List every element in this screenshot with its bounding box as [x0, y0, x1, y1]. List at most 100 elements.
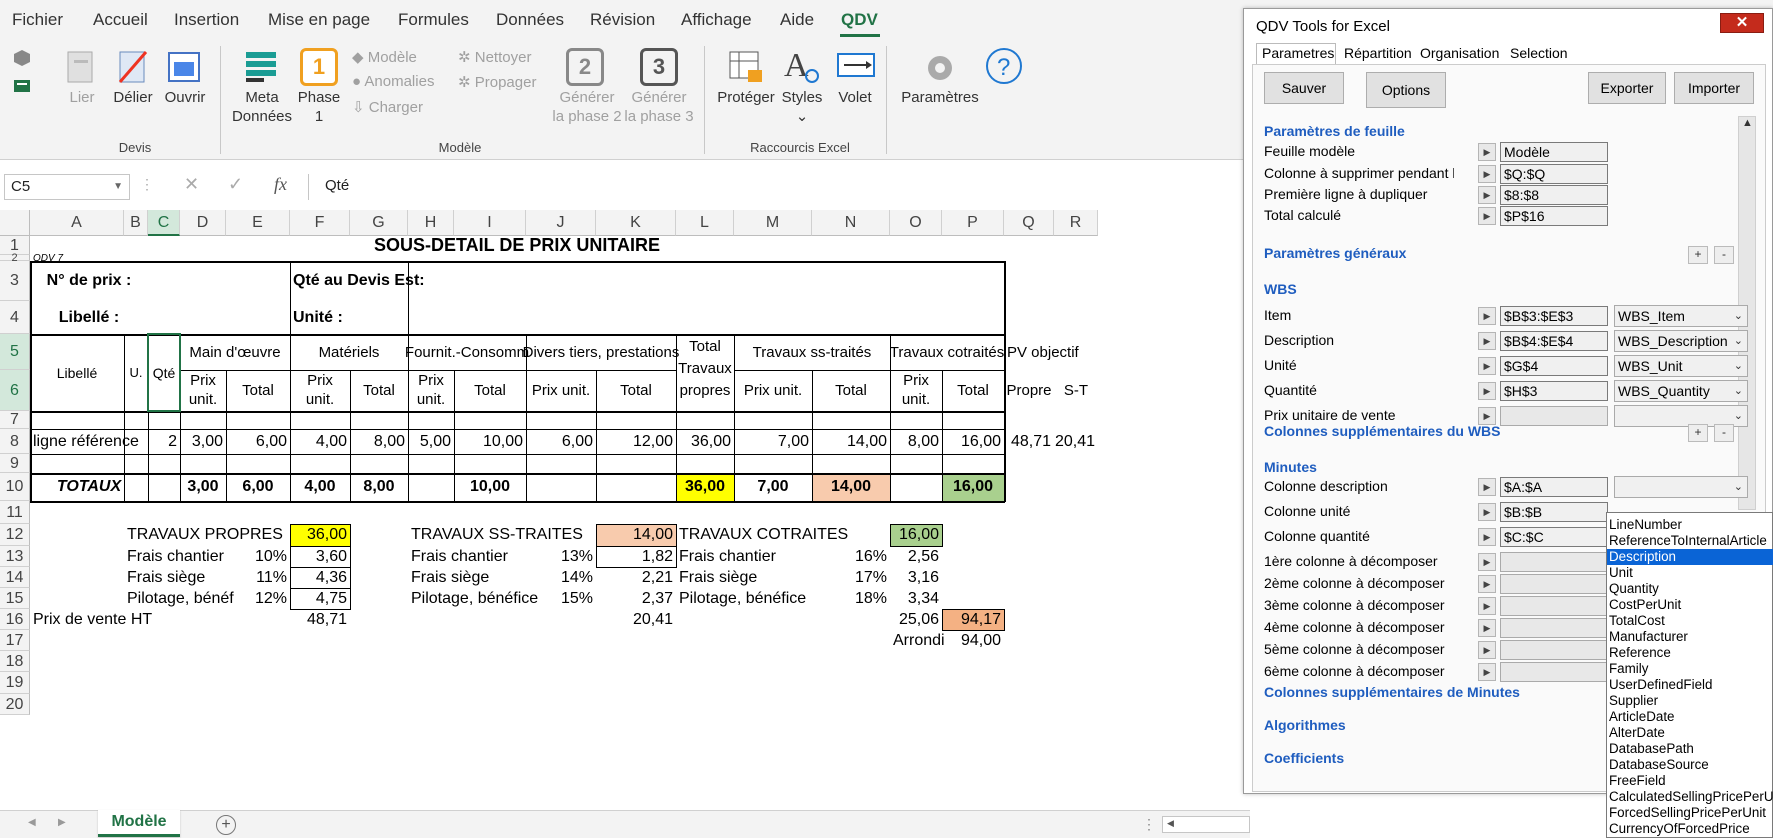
cell-e8[interactable]: 6,00 — [226, 429, 290, 454]
column-header-f[interactable]: F — [290, 210, 350, 236]
header-total-g[interactable]: Total — [350, 370, 408, 411]
label-qte-devis[interactable]: Qté au Devis Est: — [290, 261, 454, 301]
expand-arrow-icon[interactable]: ▶ — [1478, 382, 1496, 400]
feuille-0-input[interactable]: Modèle — [1500, 142, 1608, 162]
summary-row-label[interactable]: Pilotage, bénéfice — [676, 588, 812, 609]
section-coefficients[interactable]: Coefficients — [1264, 750, 1344, 766]
dropdown-option[interactable]: ArticleDate — [1607, 709, 1773, 725]
cell-m10[interactable]: 7,00 — [734, 473, 812, 501]
proteger-button[interactable]: Protéger — [714, 88, 778, 107]
column-header-e[interactable]: E — [226, 210, 290, 236]
cancel-icon[interactable]: ✕ — [184, 174, 199, 195]
arrondi-value[interactable]: 94,00 — [942, 630, 1004, 651]
summary-label[interactable]: TRAVAUX PROPRES — [124, 524, 283, 546]
dropdown-option[interactable]: DatabaseSource — [1607, 757, 1773, 773]
expand-arrow-icon[interactable]: ▶ — [1478, 663, 1496, 681]
cell-d8[interactable]: 3,00 — [180, 429, 226, 454]
column-header-m[interactable]: M — [734, 210, 812, 236]
summary-value[interactable]: 16,00 — [890, 524, 942, 546]
cell-i8[interactable]: 10,00 — [454, 429, 526, 454]
minutes-2-input[interactable]: $C:$C — [1500, 527, 1608, 547]
summary-percent[interactable]: 10% — [226, 546, 290, 567]
column-header-l[interactable]: L — [676, 210, 734, 236]
expand-arrow-icon[interactable]: ▶ — [1478, 207, 1496, 225]
add-sheet-icon[interactable]: + — [216, 815, 236, 835]
propager-button[interactable]: ✲ Propager — [458, 73, 536, 91]
wbs-1-input[interactable]: $B$4:$E$4 — [1500, 331, 1608, 351]
summary-amount[interactable]: 3,34 — [890, 588, 942, 609]
row-header-11[interactable]: 11 — [0, 501, 30, 524]
column-header-i[interactable]: I — [454, 210, 526, 236]
menu-revision[interactable]: Révision — [590, 10, 655, 30]
expand-arrow-icon[interactable]: ▶ — [1478, 597, 1496, 615]
expand-arrow-icon[interactable]: ▶ — [1478, 165, 1496, 183]
lock-sheet-icon[interactable] — [726, 48, 766, 86]
section-wbs-sup[interactable]: Colonnes supplémentaires du WBS — [1264, 423, 1500, 439]
section-minutes-sup[interactable]: Colonnes supplémentaires de Minutes — [1264, 684, 1520, 700]
minutes-0-input[interactable]: $A:$A — [1500, 477, 1608, 497]
header-ss-traites[interactable]: Travaux ss-traités — [734, 334, 890, 370]
dropdown-option[interactable]: CalculatedSellingPricePerUnit — [1607, 789, 1773, 805]
generer-phase2-button[interactable]: Générer la phase 2 — [550, 88, 624, 126]
anomalies-button[interactable]: ● Anomalies — [352, 73, 434, 90]
menu-insertion[interactable]: Insertion — [174, 10, 239, 30]
row-header-17[interactable]: 17 — [0, 630, 30, 651]
charger-button[interactable]: ⇩ Charger — [352, 98, 423, 116]
split-handle-icon[interactable]: ⋮ — [1142, 816, 1156, 833]
scroll-left-icon[interactable]: ◀ — [28, 817, 36, 828]
generer-phase3-button[interactable]: Générer la phase 3 — [624, 88, 694, 126]
function-icon[interactable]: fx — [274, 174, 287, 195]
wbs-0-input[interactable]: $B$3:$E$3 — [1500, 306, 1608, 326]
column-header-j[interactable]: J — [526, 210, 596, 236]
minutes-1-input[interactable]: $B:$B — [1500, 502, 1608, 522]
row-header-14[interactable]: 14 — [0, 567, 30, 588]
cube-icon[interactable] — [12, 48, 32, 68]
wbs-1-select[interactable]: WBS_Description ⌄ — [1614, 330, 1748, 352]
summary-amount[interactable]: 1,82 — [596, 546, 676, 567]
cell-n10[interactable]: 14,00 — [812, 473, 890, 501]
cell-h8[interactable]: 5,00 — [408, 429, 454, 454]
menu-donnees[interactable]: Données — [496, 10, 564, 30]
cell-d10[interactable]: 3,00 — [180, 473, 226, 501]
column-header-o[interactable]: O — [890, 210, 942, 236]
dropdown-option[interactable]: CurrencyOfForcedPrice — [1607, 821, 1773, 837]
tab-repartition[interactable]: Répartition — [1344, 45, 1412, 61]
cell-p10[interactable]: 16,00 — [942, 473, 1004, 501]
cell-n8[interactable]: 14,00 — [812, 429, 890, 454]
row-header-8[interactable]: 8 — [0, 429, 30, 454]
section-generaux[interactable]: Paramètres généraux — [1264, 245, 1406, 261]
header-st[interactable]: S-T — [1054, 370, 1098, 411]
dropdown-option[interactable]: ForcedSellingPricePerUnit — [1607, 805, 1773, 821]
header-prix-unit-j[interactable]: Prix unit. — [526, 370, 596, 411]
summary-percent[interactable]: 17% — [812, 567, 890, 588]
summary-percent[interactable]: 16% — [812, 546, 890, 567]
formula-input[interactable]: Qté — [308, 174, 1243, 200]
summary-percent[interactable]: 12% — [226, 588, 290, 609]
cell-e10[interactable]: 6,00 — [226, 473, 290, 501]
dropdown-option[interactable]: AlterDate — [1607, 725, 1773, 741]
wbs-0-select[interactable]: WBS_Item ⌄ — [1614, 305, 1748, 327]
wbs-2-select[interactable]: WBS_Unit ⌄ — [1614, 355, 1748, 377]
summary-row-label[interactable]: Frais siège — [124, 567, 226, 588]
cell-q8[interactable]: 48,71 — [1004, 429, 1054, 454]
sheet-title[interactable]: SOUS-DETAIL DE PRIX UNITAIRE — [30, 235, 1004, 255]
tab-selection[interactable]: Selection — [1510, 45, 1568, 61]
label-libelle[interactable]: Libellé : — [30, 301, 148, 334]
tab-parametres[interactable]: Parametres — [1262, 45, 1334, 61]
row-header-10[interactable]: 10 — [0, 473, 30, 501]
header-propre[interactable]: Propre — [1004, 370, 1054, 411]
decomp-3-input[interactable] — [1500, 618, 1608, 638]
header-total-p[interactable]: Total — [942, 370, 1004, 411]
row-header-15[interactable]: 15 — [0, 588, 30, 609]
menu-fichier[interactable]: Fichier — [12, 10, 63, 30]
confirm-icon[interactable]: ✓ — [228, 174, 243, 195]
dropdown-option[interactable]: CostPerUnit — [1607, 597, 1773, 613]
prix-vente-label[interactable]: Prix de vente HT — [30, 609, 226, 630]
cell-totaux[interactable]: TOTAUX — [30, 473, 148, 501]
header-main-oeuvre[interactable]: Main d'œuvre — [180, 334, 290, 370]
expand-arrow-icon[interactable]: ▶ — [1478, 641, 1496, 659]
menu-accueil[interactable]: Accueil — [93, 10, 148, 30]
cell-g10[interactable]: 8,00 — [350, 473, 408, 501]
arrondi-label[interactable]: Arrondi — [890, 630, 945, 651]
options-button[interactable]: Options — [1366, 72, 1446, 108]
